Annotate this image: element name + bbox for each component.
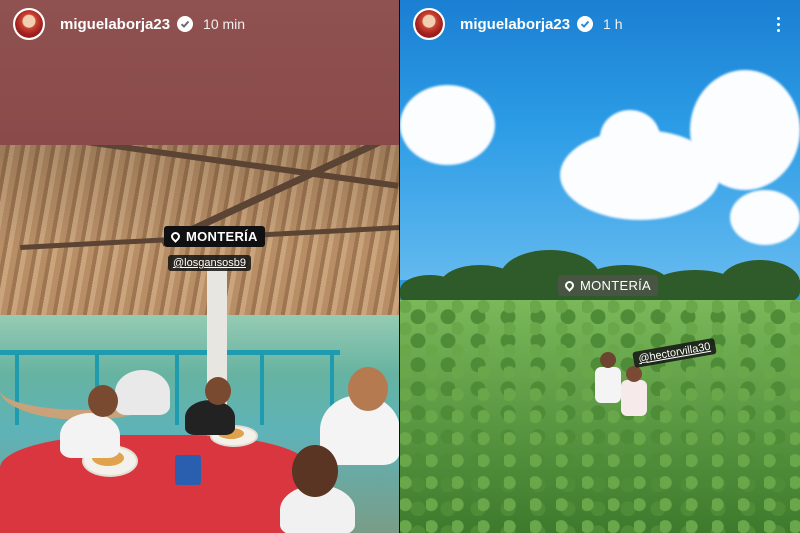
post-time: 10 min xyxy=(203,16,246,32)
avatar-image xyxy=(15,10,43,38)
location-sticker[interactable]: MONTERÍA xyxy=(558,275,659,296)
man-left-head xyxy=(600,352,616,368)
woman-head xyxy=(348,367,388,411)
child-left xyxy=(60,413,120,458)
avatar-image xyxy=(415,10,443,38)
story-right[interactable]: MONTERÍA @hectorvilla30 miguelaborja23 1… xyxy=(400,0,800,533)
location-label: MONTERÍA xyxy=(580,278,652,293)
child-head xyxy=(205,377,231,405)
story-left[interactable]: MONTERÍA @losgansosb9 miguelaborja23 10 … xyxy=(0,0,400,533)
post-time: 1 h xyxy=(603,16,623,32)
mention-sticker[interactable]: @losgansosb9 xyxy=(168,255,251,271)
more-options-icon[interactable] xyxy=(777,14,780,35)
man-left xyxy=(595,367,621,403)
story-header: miguelaborja23 10 min xyxy=(0,0,400,48)
avatar[interactable] xyxy=(13,8,45,40)
cloud xyxy=(600,110,660,165)
story-photo-restaurant xyxy=(0,145,400,533)
username[interactable]: miguelaborja23 xyxy=(60,16,170,33)
location-sticker[interactable]: MONTERÍA xyxy=(164,226,265,247)
child-head xyxy=(88,385,118,417)
verified-badge-icon xyxy=(177,16,194,32)
location-label: MONTERÍA xyxy=(186,229,258,244)
red-table xyxy=(0,435,310,533)
crop-field xyxy=(400,300,800,533)
cup xyxy=(175,455,201,485)
person-hammock xyxy=(115,370,170,415)
cloud xyxy=(690,70,800,190)
child-center xyxy=(185,400,235,435)
avatar[interactable] xyxy=(413,8,445,40)
location-pin-icon xyxy=(169,230,182,243)
child-head xyxy=(292,445,338,497)
stories-viewer: MONTERÍA @losgansosb9 miguelaborja23 10 … xyxy=(0,0,800,533)
story-header: miguelaborja23 1 h xyxy=(400,0,800,48)
location-pin-icon xyxy=(563,279,576,292)
cloud xyxy=(730,190,800,245)
man-right-head xyxy=(626,366,642,382)
username[interactable]: miguelaborja23 xyxy=(460,16,570,33)
cloud xyxy=(400,85,495,165)
verified-badge-icon xyxy=(577,16,594,32)
man-right xyxy=(621,380,647,416)
